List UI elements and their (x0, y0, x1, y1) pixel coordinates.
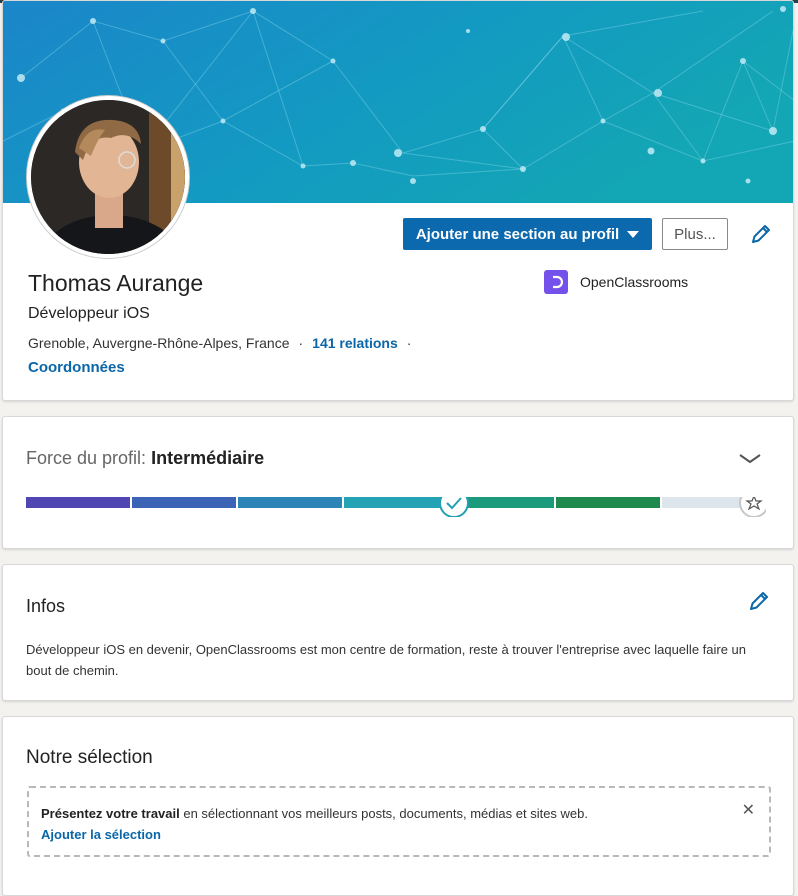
featured-prompt-bold: Présentez votre travail (41, 806, 180, 821)
strength-meter (26, 497, 766, 517)
openclassrooms-logo-icon (544, 270, 568, 294)
strength-segment (132, 497, 236, 508)
profile-strength-title: Force du profil: Intermédiaire (26, 448, 264, 469)
company-entry[interactable]: OpenClassrooms (544, 270, 688, 294)
profile-avatar[interactable] (27, 96, 189, 258)
company-name: OpenClassrooms (580, 274, 689, 290)
progress-check-icon (439, 497, 469, 517)
more-button[interactable]: Plus... (662, 218, 728, 250)
add-featured-link[interactable]: Ajouter la sélection (41, 827, 161, 842)
featured-prompt-rest: en sélectionnant vos meilleurs posts, do… (179, 806, 588, 821)
connections-link[interactable]: 141 relations (312, 335, 398, 351)
strength-level: Intermédiaire (151, 448, 265, 468)
strength-segment (26, 497, 130, 508)
profile-card: Ajouter une section au profil Plus... Th… (2, 0, 794, 401)
featured-card: Notre sélection Présentez votre travail … (2, 716, 794, 896)
about-title: Infos (26, 596, 66, 616)
profile-location-line: Grenoble, Auvergne-Rhône-Alpes, France · 1… (28, 335, 420, 351)
strength-segment (344, 497, 448, 508)
strength-segment (238, 497, 342, 508)
more-label: Plus... (674, 225, 716, 243)
about-card: Infos Développeur iOS en devenir, OpenCl… (2, 564, 794, 701)
contact-info-link[interactable]: Coordonnées (28, 359, 125, 376)
close-icon[interactable]: ✕ (742, 800, 755, 820)
pencil-icon[interactable] (749, 222, 773, 246)
star-icon (739, 497, 766, 517)
add-section-label: Ajouter une section au profil (415, 225, 620, 243)
separator-dot: · (298, 335, 304, 351)
pencil-icon[interactable] (747, 589, 771, 613)
strength-segment (556, 497, 660, 508)
separator-dot: · (406, 335, 412, 351)
strength-label: Force du profil: (26, 448, 147, 468)
chevron-down-icon[interactable] (736, 449, 764, 467)
profile-name: Thomas Aurange (28, 270, 204, 296)
featured-prompt-text: Présentez votre travail en sélectionnant… (41, 806, 588, 821)
profile-strength-card: Force du profil: Intermédiaire (2, 416, 794, 549)
profile-headline: Développeur iOS (28, 305, 150, 322)
profile-location: Grenoble, Auvergne-Rhône-Alpes, France (28, 335, 290, 351)
caret-down-icon (627, 230, 640, 238)
featured-prompt-box: Présentez votre travail en sélectionnant… (27, 786, 771, 857)
add-profile-section-button[interactable]: Ajouter une section au profil (403, 218, 652, 250)
featured-title: Notre sélection (26, 747, 153, 768)
about-text: Développeur iOS en devenir, OpenClassroo… (26, 642, 747, 678)
